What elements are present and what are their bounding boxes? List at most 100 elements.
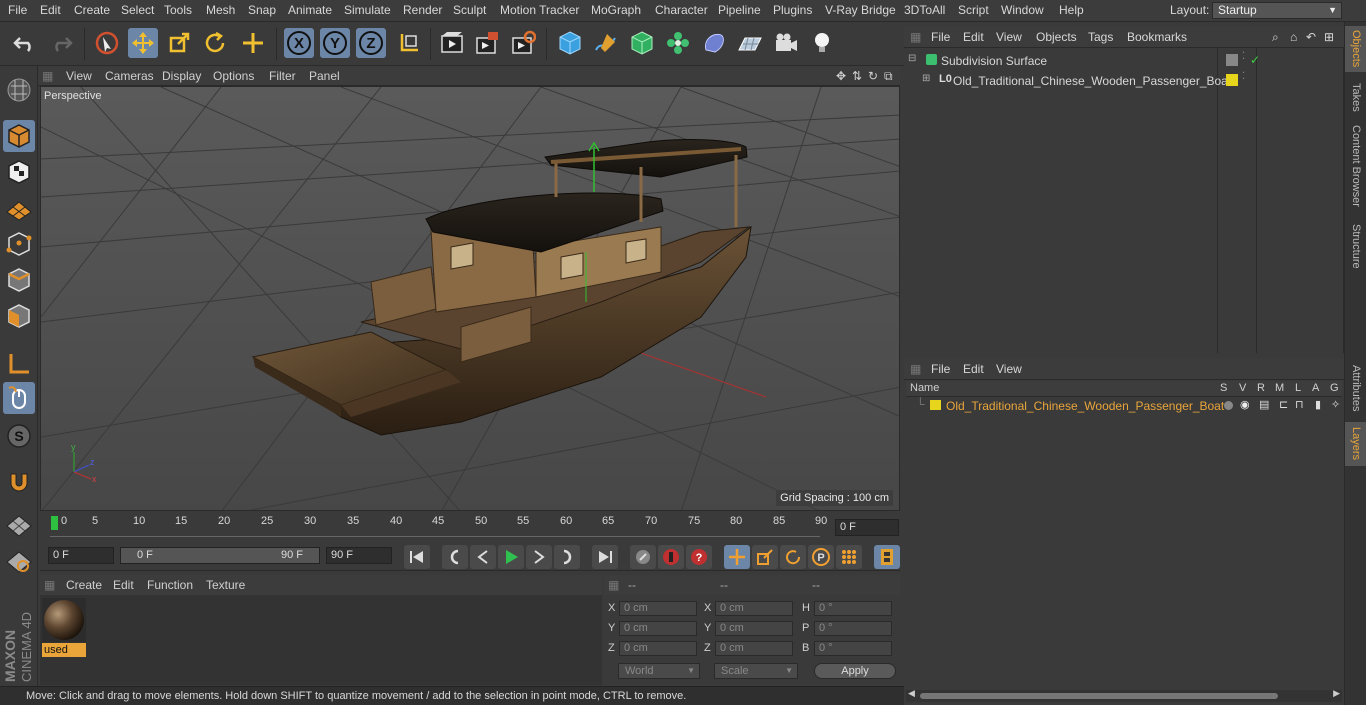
menu-pipeline[interactable]: Pipeline [718,3,761,17]
timeline-window-icon[interactable] [874,545,900,569]
menu-motion-tracker[interactable]: Motion Tracker [500,3,579,17]
deformer-icon[interactable] [699,28,729,58]
layer-lock-icon[interactable]: ⊓ [1295,398,1304,411]
scale-icon[interactable] [164,28,194,58]
coord-size-x-field[interactable]: 0 cm [715,601,793,616]
tab-takes[interactable]: Takes [1345,78,1366,116]
coord-size-y-field[interactable]: 0 cm [715,621,793,636]
menu-edit[interactable]: Edit [40,3,61,17]
coord-rot-p-field[interactable]: 0 ° [814,621,892,636]
menu-vray-bridge[interactable]: V-Ray Bridge [825,3,896,17]
redo-icon[interactable] [46,28,76,58]
coord-mode-select[interactable]: World ▼ [618,663,700,679]
layer-menu-edit[interactable]: Edit [963,362,984,376]
render-view-icon[interactable] [437,28,467,58]
object-menu-view[interactable]: View [996,30,1022,44]
end-frame-field[interactable]: 90 F [326,547,392,564]
workplane-icon[interactable] [3,192,35,224]
coord-rot-h-field[interactable]: 0 ° [814,601,892,616]
axis-mode-icon[interactable] [3,348,35,380]
layer-manager-icon[interactable]: ⊏ [1279,398,1288,411]
previous-frame-icon[interactable] [470,545,496,569]
polygons-mode-icon[interactable] [3,300,35,332]
frame-range-slider[interactable]: 0 F 90 F [120,547,320,564]
tab-layers[interactable]: Layers [1345,422,1366,466]
viewport-maximize-icon[interactable]: ⧉ [884,69,893,84]
menu-render[interactable]: Render [403,3,442,17]
layer-menu-view[interactable]: View [996,362,1022,376]
model-mode-icon[interactable] [3,120,35,152]
viewport-menu-filter[interactable]: Filter [269,69,296,83]
menu-plugins[interactable]: Plugins [773,3,812,17]
menu-file[interactable]: File [8,3,27,17]
object-row-subdivision-surface[interactable]: ⊟ Subdivision Surface ⁚ ✓ [908,51,1328,69]
coord-size-z-field[interactable]: 0 cm [715,641,793,656]
viewport-camera-label[interactable]: Perspective [44,90,101,102]
search-icon[interactable]: ⌕ [1272,30,1279,45]
key-parameter-icon[interactable]: P [808,545,834,569]
object-menu-bookmarks[interactable]: Bookmarks [1127,30,1187,44]
solo-icon[interactable]: S [3,420,35,452]
menu-snap[interactable]: Snap [248,3,276,17]
layer-color-swatch[interactable] [930,400,941,410]
tab-structure[interactable]: Structure [1345,218,1366,274]
layer-col-view[interactable]: V [1239,382,1246,394]
layer-col-generators[interactable]: G [1330,382,1339,394]
coord-pos-z-field[interactable]: 0 cm [619,641,697,656]
move-icon[interactable] [128,28,158,58]
viewport-rotate-icon[interactable]: ↻ [868,69,878,83]
edit-render-settings-icon[interactable] [508,28,538,58]
menu-simulate[interactable]: Simulate [344,3,391,17]
material-menu-function[interactable]: Function [147,578,193,592]
menu-animate[interactable]: Animate [288,3,332,17]
tab-objects[interactable]: Objects [1345,26,1366,72]
record-keys-icon[interactable] [630,545,656,569]
start-frame-field[interactable]: 0 F [48,547,114,564]
layer-solo-toggle-icon[interactable] [1224,401,1233,410]
back-icon[interactable]: ↶ [1306,30,1316,44]
light-icon[interactable] [807,28,837,58]
key-pla-icon[interactable] [836,545,862,569]
material-menu-edit[interactable]: Edit [113,578,134,592]
material-menu-create[interactable]: Create [66,578,102,592]
viewport-pan-icon[interactable]: ✥ [836,69,846,83]
layer-col-locked[interactable]: L [1295,382,1301,394]
viewport-3d[interactable]: y z x Perspective Grid Spacing : 100 cm [40,86,900,511]
floor-icon[interactable] [735,28,765,58]
menu-help[interactable]: Help [1059,3,1084,17]
menu-sculpt[interactable]: Sculpt [453,3,486,17]
viewport-menu-display[interactable]: Display [162,69,201,83]
layer-col-animation[interactable]: A [1312,382,1319,394]
camera-icon[interactable] [771,28,801,58]
layer-visible-eye-icon[interactable]: ◉ [1240,398,1250,411]
rotate-icon[interactable] [200,28,230,58]
layer-col-solo[interactable]: S [1220,382,1227,394]
expand-icon[interactable]: ⊞ [922,73,930,84]
menu-select[interactable]: Select [121,3,154,17]
menu-mesh[interactable]: Mesh [206,3,235,17]
tweak-mode-icon[interactable] [3,382,35,414]
object-menu-file[interactable]: File [931,30,950,44]
go-to-start-icon[interactable] [404,545,430,569]
timeline-ruler[interactable]: 0 5 10 15 20 25 30 35 40 45 50 55 60 65 … [40,513,900,543]
scroll-right-icon[interactable]: ▶ [1333,688,1340,699]
layer-generator-icon[interactable]: ✧ [1331,398,1340,411]
snap-magnet-icon[interactable] [3,466,35,498]
visibility-dots-icon[interactable]: ⁚ [1242,71,1245,82]
coord-rot-b-field[interactable]: 0 ° [814,641,892,656]
previous-key-icon[interactable] [442,545,468,569]
layer-render-clapper-icon[interactable]: ▤ [1259,398,1269,411]
next-key-icon[interactable] [554,545,580,569]
object-menu-objects[interactable]: Objects [1036,30,1077,44]
viewport-menu-view[interactable]: View [66,69,92,83]
scroll-left-icon[interactable]: ◀ [908,688,915,699]
cloner-icon[interactable] [663,28,693,58]
visibility-dots-icon[interactable]: ⁚ [1242,51,1245,62]
menu-character[interactable]: Character [655,3,708,17]
live-selection-icon[interactable] [92,28,122,58]
material-menu-texture[interactable]: Texture [206,578,245,592]
cube-icon[interactable] [555,28,585,58]
apply-button[interactable]: Apply [814,663,896,679]
current-frame-field[interactable]: 0 F [835,519,899,536]
tab-attributes[interactable]: Attributes [1345,358,1366,418]
